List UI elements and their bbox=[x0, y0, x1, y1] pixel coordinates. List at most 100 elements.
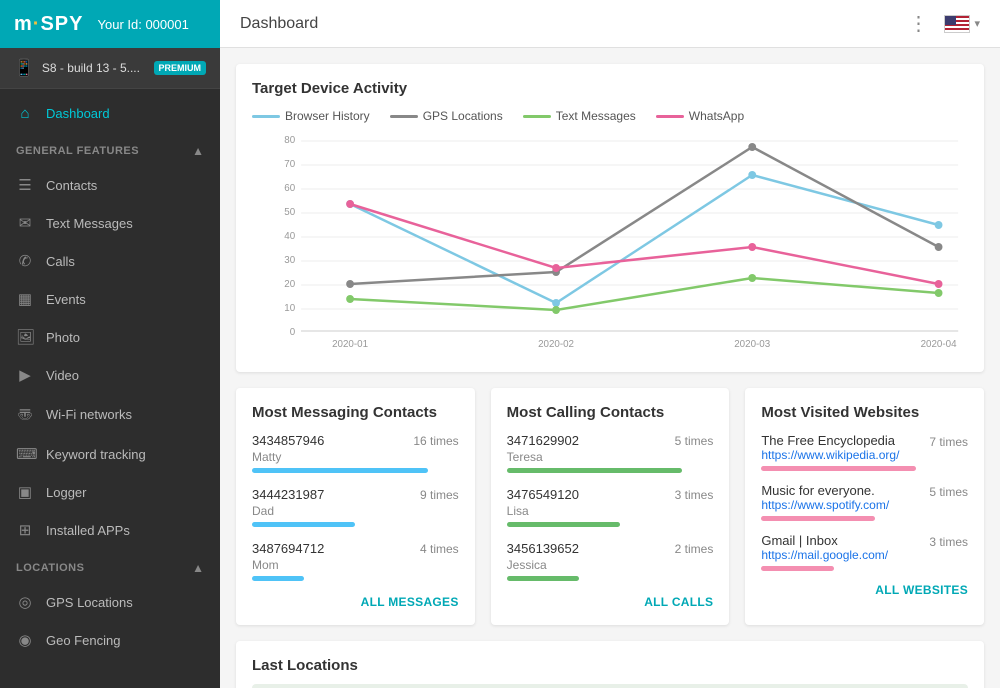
sidebar-item-video[interactable]: ▶ Video bbox=[0, 356, 220, 394]
website-entry-2: Music for everyone. https://www.spotify.… bbox=[761, 483, 968, 521]
sidebar-item-wifi[interactable]: 〠 Wi-Fi networks bbox=[0, 394, 220, 435]
general-features-section: GENERAL FEATURES ▲ bbox=[0, 132, 220, 166]
sidebar-item-label: Logger bbox=[46, 485, 204, 500]
page-title: Dashboard bbox=[240, 15, 908, 33]
video-icon: ▶ bbox=[16, 366, 34, 384]
sidebar-item-text-messages[interactable]: ✉ Text Messages bbox=[0, 204, 220, 242]
contact-times: 16 times bbox=[413, 434, 458, 448]
wifi-icon: 〠 bbox=[16, 404, 34, 425]
legend-whatsapp: WhatsApp bbox=[656, 109, 744, 123]
chart-title: Target Device Activity bbox=[252, 80, 968, 97]
chevron-up-icon: ▲ bbox=[192, 561, 204, 575]
main-topbar: Dashboard ⋮ ▾ bbox=[220, 0, 1000, 48]
website-url[interactable]: https://www.spotify.com/ bbox=[761, 498, 889, 512]
sidebar-topbar: m·SPY Your Id: 000001 bbox=[0, 0, 220, 48]
svg-text:10: 10 bbox=[284, 303, 295, 314]
more-options-icon[interactable]: ⋮ bbox=[908, 11, 928, 36]
contact-name: Jessica bbox=[507, 558, 714, 572]
line-chart-svg: 0 10 20 30 40 50 60 70 80 90 2020-01 202… bbox=[252, 131, 968, 351]
sidebar: 📱 S8 - build 13 - 5.... PREMIUM ⌂ Dashbo… bbox=[0, 48, 220, 688]
svg-text:2020-04: 2020-04 bbox=[921, 339, 957, 350]
device-item[interactable]: 📱 S8 - build 13 - 5.... PREMIUM bbox=[0, 48, 220, 89]
legend-line bbox=[390, 115, 418, 118]
chevron-up-icon: ▲ bbox=[192, 144, 204, 158]
us-flag-icon bbox=[944, 15, 970, 33]
legend-label: WhatsApp bbox=[689, 109, 744, 123]
contact-bar bbox=[507, 468, 683, 473]
calling-contact-2: 3476549120 3 times Lisa bbox=[507, 487, 714, 527]
contact-number: 3456139652 bbox=[507, 541, 579, 556]
stats-cards-row: Most Messaging Contacts 3434857946 16 ti… bbox=[236, 388, 984, 625]
calling-contact-1: 3471629902 5 times Teresa bbox=[507, 433, 714, 473]
chart-container: 0 10 20 30 40 50 60 70 80 90 2020-01 202… bbox=[252, 131, 968, 356]
all-websites-link[interactable]: ALL WEBSITES bbox=[761, 583, 968, 597]
contact-number: 3476549120 bbox=[507, 487, 579, 502]
logger-icon: ▣ bbox=[16, 483, 34, 501]
website-title: Music for everyone. bbox=[761, 483, 889, 498]
sidebar-item-keyword-tracking[interactable]: ⌨ Keyword tracking bbox=[0, 435, 220, 473]
legend-label: Text Messages bbox=[556, 109, 636, 123]
sidebar-item-label: Events bbox=[46, 292, 204, 307]
sidebar-item-label: Contacts bbox=[46, 178, 204, 193]
events-icon: ▦ bbox=[16, 290, 34, 308]
contact-name: Teresa bbox=[507, 450, 714, 464]
sidebar-item-gps[interactable]: ◎ GPS Locations bbox=[0, 583, 220, 621]
contact-number: 3471629902 bbox=[507, 433, 579, 448]
messaging-contact-3: 3487694712 4 times Mom bbox=[252, 541, 459, 581]
all-messages-link[interactable]: ALL MESSAGES bbox=[252, 595, 459, 609]
messaging-contact-1: 3434857946 16 times Matty bbox=[252, 433, 459, 473]
svg-text:20: 20 bbox=[284, 279, 295, 290]
contact-bar bbox=[252, 522, 355, 527]
sidebar-item-events[interactable]: ▦ Events bbox=[0, 280, 220, 318]
sidebar-item-dashboard[interactable]: ⌂ Dashboard bbox=[0, 95, 220, 132]
sidebar-item-label: Dashboard bbox=[46, 106, 204, 121]
gps-icon: ◎ bbox=[16, 593, 34, 611]
svg-text:2020-02: 2020-02 bbox=[538, 339, 574, 350]
sidebar-item-label: Video bbox=[46, 368, 204, 383]
website-entry-3: Gmail | Inbox https://mail.google.com/ 3… bbox=[761, 533, 968, 571]
website-times: 3 times bbox=[929, 535, 968, 549]
svg-text:70: 70 bbox=[284, 159, 295, 170]
sidebar-item-installed-apps[interactable]: ⊞ Installed APPs bbox=[0, 511, 220, 549]
website-bar bbox=[761, 466, 916, 471]
apps-icon: ⊞ bbox=[16, 521, 34, 539]
website-times: 7 times bbox=[929, 435, 968, 449]
section-label-locations: LOCATIONS bbox=[16, 562, 84, 574]
all-calls-link[interactable]: ALL CALLS bbox=[507, 595, 714, 609]
sidebar-item-geo-fencing[interactable]: ◉ Geo Fencing bbox=[0, 621, 220, 659]
section-label-general: GENERAL FEATURES bbox=[16, 145, 139, 157]
website-url[interactable]: https://www.wikipedia.org/ bbox=[761, 448, 899, 462]
sidebar-item-logger[interactable]: ▣ Logger bbox=[0, 473, 220, 511]
contact-bar bbox=[252, 468, 428, 473]
contact-bar bbox=[252, 576, 304, 581]
contact-bar bbox=[507, 576, 579, 581]
messaging-contact-2: 3444231987 9 times Dad bbox=[252, 487, 459, 527]
contact-times: 2 times bbox=[675, 542, 714, 556]
website-bar bbox=[761, 566, 833, 571]
website-bar bbox=[761, 516, 875, 521]
last-locations-card: Last Locations Map area bbox=[236, 641, 984, 688]
website-url[interactable]: https://mail.google.com/ bbox=[761, 548, 888, 562]
website-title: Gmail | Inbox bbox=[761, 533, 888, 548]
most-calling-card: Most Calling Contacts 3471629902 5 times… bbox=[491, 388, 730, 625]
flag-button[interactable]: ▾ bbox=[944, 15, 980, 33]
last-locations-title: Last Locations bbox=[252, 657, 968, 674]
messaging-card-title: Most Messaging Contacts bbox=[252, 404, 459, 421]
svg-text:2020-03: 2020-03 bbox=[734, 339, 770, 350]
svg-text:0: 0 bbox=[290, 327, 296, 338]
svg-text:50: 50 bbox=[284, 207, 295, 218]
sidebar-item-label: Photo bbox=[46, 330, 204, 345]
most-messaging-card: Most Messaging Contacts 3434857946 16 ti… bbox=[236, 388, 475, 625]
android-icon: 📱 bbox=[14, 58, 34, 78]
calling-card-title: Most Calling Contacts bbox=[507, 404, 714, 421]
sidebar-item-photo[interactable]: 🖼 Photo bbox=[0, 318, 220, 356]
legend-gps: GPS Locations bbox=[390, 109, 503, 123]
chart-legend: Browser History GPS Locations Text Messa… bbox=[252, 109, 968, 123]
legend-browser-history: Browser History bbox=[252, 109, 370, 123]
sidebar-item-calls[interactable]: ✆ Calls bbox=[0, 242, 220, 280]
sidebar-item-contacts[interactable]: ☰ Contacts bbox=[0, 166, 220, 204]
most-visited-card: Most Visited Websites The Free Encyclope… bbox=[745, 388, 984, 625]
contact-times: 9 times bbox=[420, 488, 459, 502]
contact-number: 3444231987 bbox=[252, 487, 324, 502]
legend-line bbox=[523, 115, 551, 118]
